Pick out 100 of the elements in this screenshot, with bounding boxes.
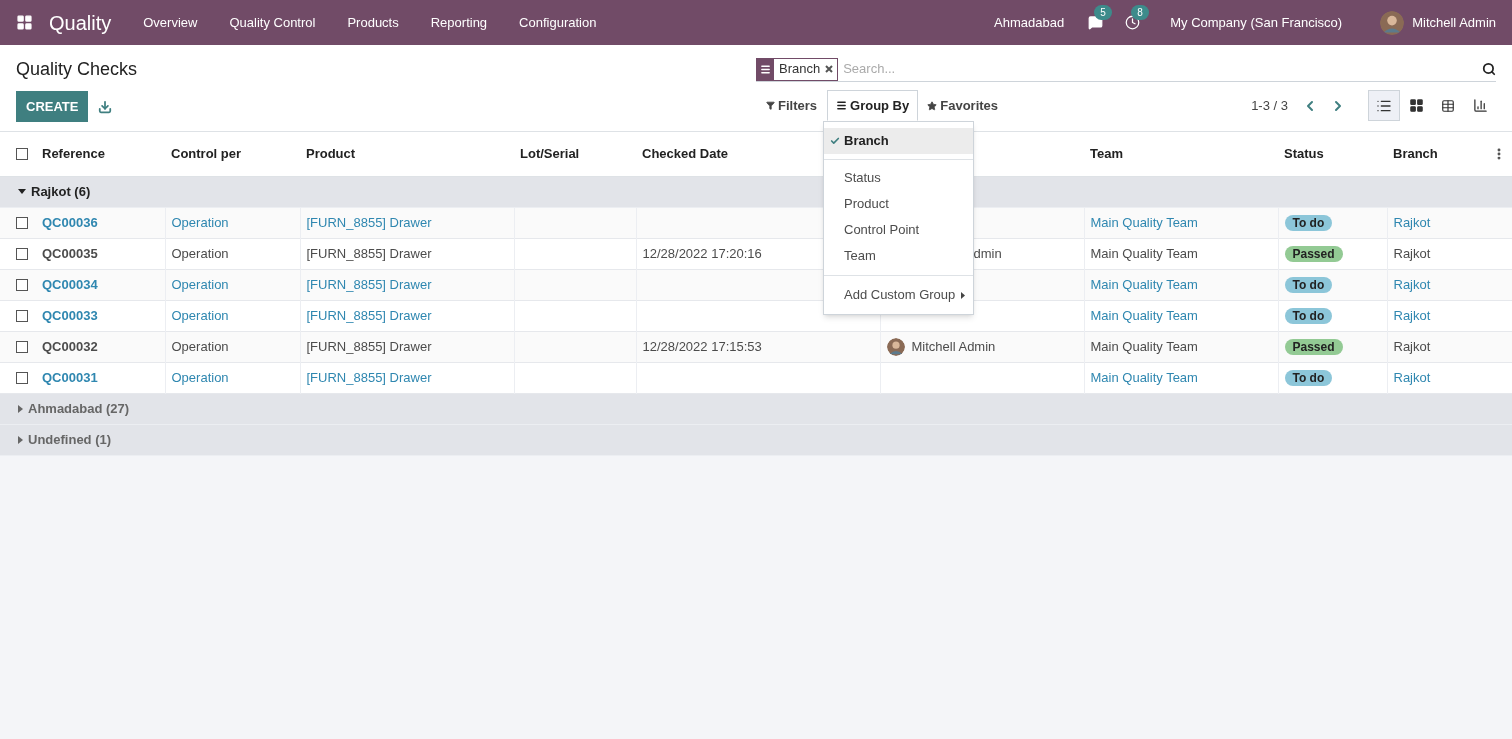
caret-down-icon[interactable] — [18, 189, 26, 194]
create-button[interactable]: CREATE — [16, 91, 89, 122]
group-by-icon — [836, 100, 847, 111]
page-title: Quality Checks — [16, 58, 139, 80]
product-value: [FURN_8855] Drawer — [306, 245, 432, 261]
group-by-option[interactable]: Status — [824, 165, 973, 191]
column-header[interactable]: Reference — [42, 146, 105, 161]
responsible-user: dmin — [973, 244, 1002, 263]
control-per-value: Operation — [171, 307, 229, 323]
row-checkbox[interactable] — [16, 278, 28, 291]
add-custom-group-option[interactable]: Add Custom Group — [824, 282, 973, 308]
team-value: Main Quality Team — [1090, 245, 1198, 261]
team-value: Main Quality Team — [1090, 276, 1198, 292]
user-menu[interactable]: Mitchell Admin — [1412, 12, 1496, 33]
group-by-button[interactable]: Group By — [827, 90, 919, 121]
row-checkbox[interactable] — [16, 216, 28, 229]
checkmark-icon — [830, 136, 840, 146]
control-per-value: Operation — [171, 369, 229, 385]
search-input[interactable]: Search... — [843, 59, 1482, 79]
row-checkbox[interactable] — [16, 309, 28, 322]
column-header[interactable]: Status — [1284, 146, 1324, 161]
filter-icon — [766, 101, 775, 110]
kanban-view-icon — [1408, 98, 1424, 113]
team-value: Main Quality Team — [1090, 338, 1198, 354]
status-badge: Passed — [1284, 245, 1343, 262]
reference-value[interactable]: QC00036 — [42, 214, 98, 230]
control-per-value: Operation — [171, 338, 229, 354]
branch-value: Rajkot — [1393, 338, 1431, 354]
status-badge: To do — [1284, 307, 1333, 324]
product-value: [FURN_8855] Drawer — [306, 307, 432, 323]
favorites-button[interactable]: Favorites — [918, 90, 1008, 121]
download-icon[interactable] — [98, 99, 113, 114]
group-label: Undefined (1) — [28, 430, 112, 449]
group-by-option[interactable]: Branch — [824, 128, 973, 154]
control-per-value: Operation — [171, 276, 229, 292]
group-by-option[interactable]: Control Point — [824, 217, 973, 243]
product-value: [FURN_8855] Drawer — [306, 338, 432, 354]
select-all-checkbox[interactable] — [16, 147, 28, 160]
column-header[interactable]: Branch — [1393, 146, 1438, 161]
reference-value[interactable]: QC00032 — [42, 338, 98, 354]
graph-view-icon — [1472, 98, 1488, 113]
remove-facet-icon[interactable] — [825, 65, 834, 73]
branch-value: Rajkot — [1393, 369, 1431, 385]
reference-value[interactable]: QC00034 — [42, 276, 98, 292]
column-header[interactable]: Checked Date — [642, 146, 728, 161]
pager-value[interactable]: 1-3 / 3 — [1251, 95, 1288, 116]
group-by-option[interactable]: Product — [824, 191, 973, 217]
filters-button[interactable]: Filters — [756, 90, 827, 121]
status-badge: To do — [1284, 276, 1333, 293]
menu-item[interactable]: Products — [331, 12, 415, 33]
product-value: [FURN_8855] Drawer — [306, 276, 432, 292]
caret-right-icon — [961, 291, 966, 299]
apps-menu-icon[interactable] — [16, 14, 33, 31]
menu-item[interactable]: Overview — [127, 12, 214, 33]
caret-right-icon[interactable] — [18, 435, 23, 444]
view-switch-button[interactable] — [1368, 90, 1400, 121]
column-header[interactable]: Product — [306, 146, 356, 161]
column-header[interactable]: Control per — [171, 146, 242, 161]
branch-switcher[interactable]: Ahmadabad — [994, 12, 1065, 33]
column-header[interactable]: Team — [1090, 146, 1123, 161]
app-name[interactable]: Quality — [49, 7, 112, 38]
control-per-value: Operation — [171, 245, 229, 261]
control-per-value: Operation — [171, 214, 229, 230]
team-value: Main Quality Team — [1090, 369, 1198, 385]
row-checkbox[interactable] — [16, 340, 28, 353]
menu-item[interactable]: Quality Control — [213, 12, 332, 33]
reference-value[interactable]: QC00035 — [42, 245, 98, 261]
activity-count-badge: 8 — [1131, 5, 1149, 20]
status-badge: Passed — [1284, 338, 1343, 355]
menu-item[interactable]: Reporting — [414, 12, 504, 33]
reference-value[interactable]: QC00033 — [42, 307, 98, 323]
search-icon[interactable] — [1482, 62, 1496, 76]
avatar-icon — [1380, 10, 1405, 35]
row-checkbox[interactable] — [16, 371, 28, 384]
checked-date-value: 12/28/2022 17:15:53 — [642, 338, 762, 354]
team-value: Main Quality Team — [1090, 214, 1198, 230]
message-count-badge: 5 — [1094, 5, 1112, 20]
caret-right-icon[interactable] — [18, 404, 23, 413]
checked-date-value: 12/28/2022 17:20:16 — [642, 245, 762, 261]
facet-label: Branch — [778, 60, 822, 79]
company-switcher[interactable]: My Company (San Francisco) — [1170, 12, 1343, 33]
group-by-option[interactable]: Team — [824, 243, 973, 269]
menu-item[interactable]: Configuration — [503, 12, 613, 33]
row-checkbox[interactable] — [16, 247, 28, 260]
reference-value[interactable]: QC00031 — [42, 369, 98, 385]
branch-value: Rajkot — [1393, 245, 1431, 261]
team-value: Main Quality Team — [1090, 307, 1198, 323]
group-label: Ahmadabad (27) — [28, 399, 130, 418]
branch-value: Rajkot — [1393, 307, 1431, 323]
activity-icon[interactable] — [1125, 15, 1141, 30]
group-label: Rajkot (6) — [31, 182, 91, 201]
status-badge: To do — [1284, 369, 1333, 386]
product-value: [FURN_8855] Drawer — [306, 214, 432, 230]
branch-value: Rajkot — [1393, 214, 1431, 230]
column-header[interactable]: Lot/Serial — [520, 146, 580, 161]
group-facet-icon — [760, 63, 771, 75]
product-value: [FURN_8855] Drawer — [306, 369, 432, 385]
responsible-user: Mitchell Admin — [911, 337, 996, 356]
star-icon — [927, 100, 938, 111]
branch-value: Rajkot — [1393, 276, 1431, 292]
